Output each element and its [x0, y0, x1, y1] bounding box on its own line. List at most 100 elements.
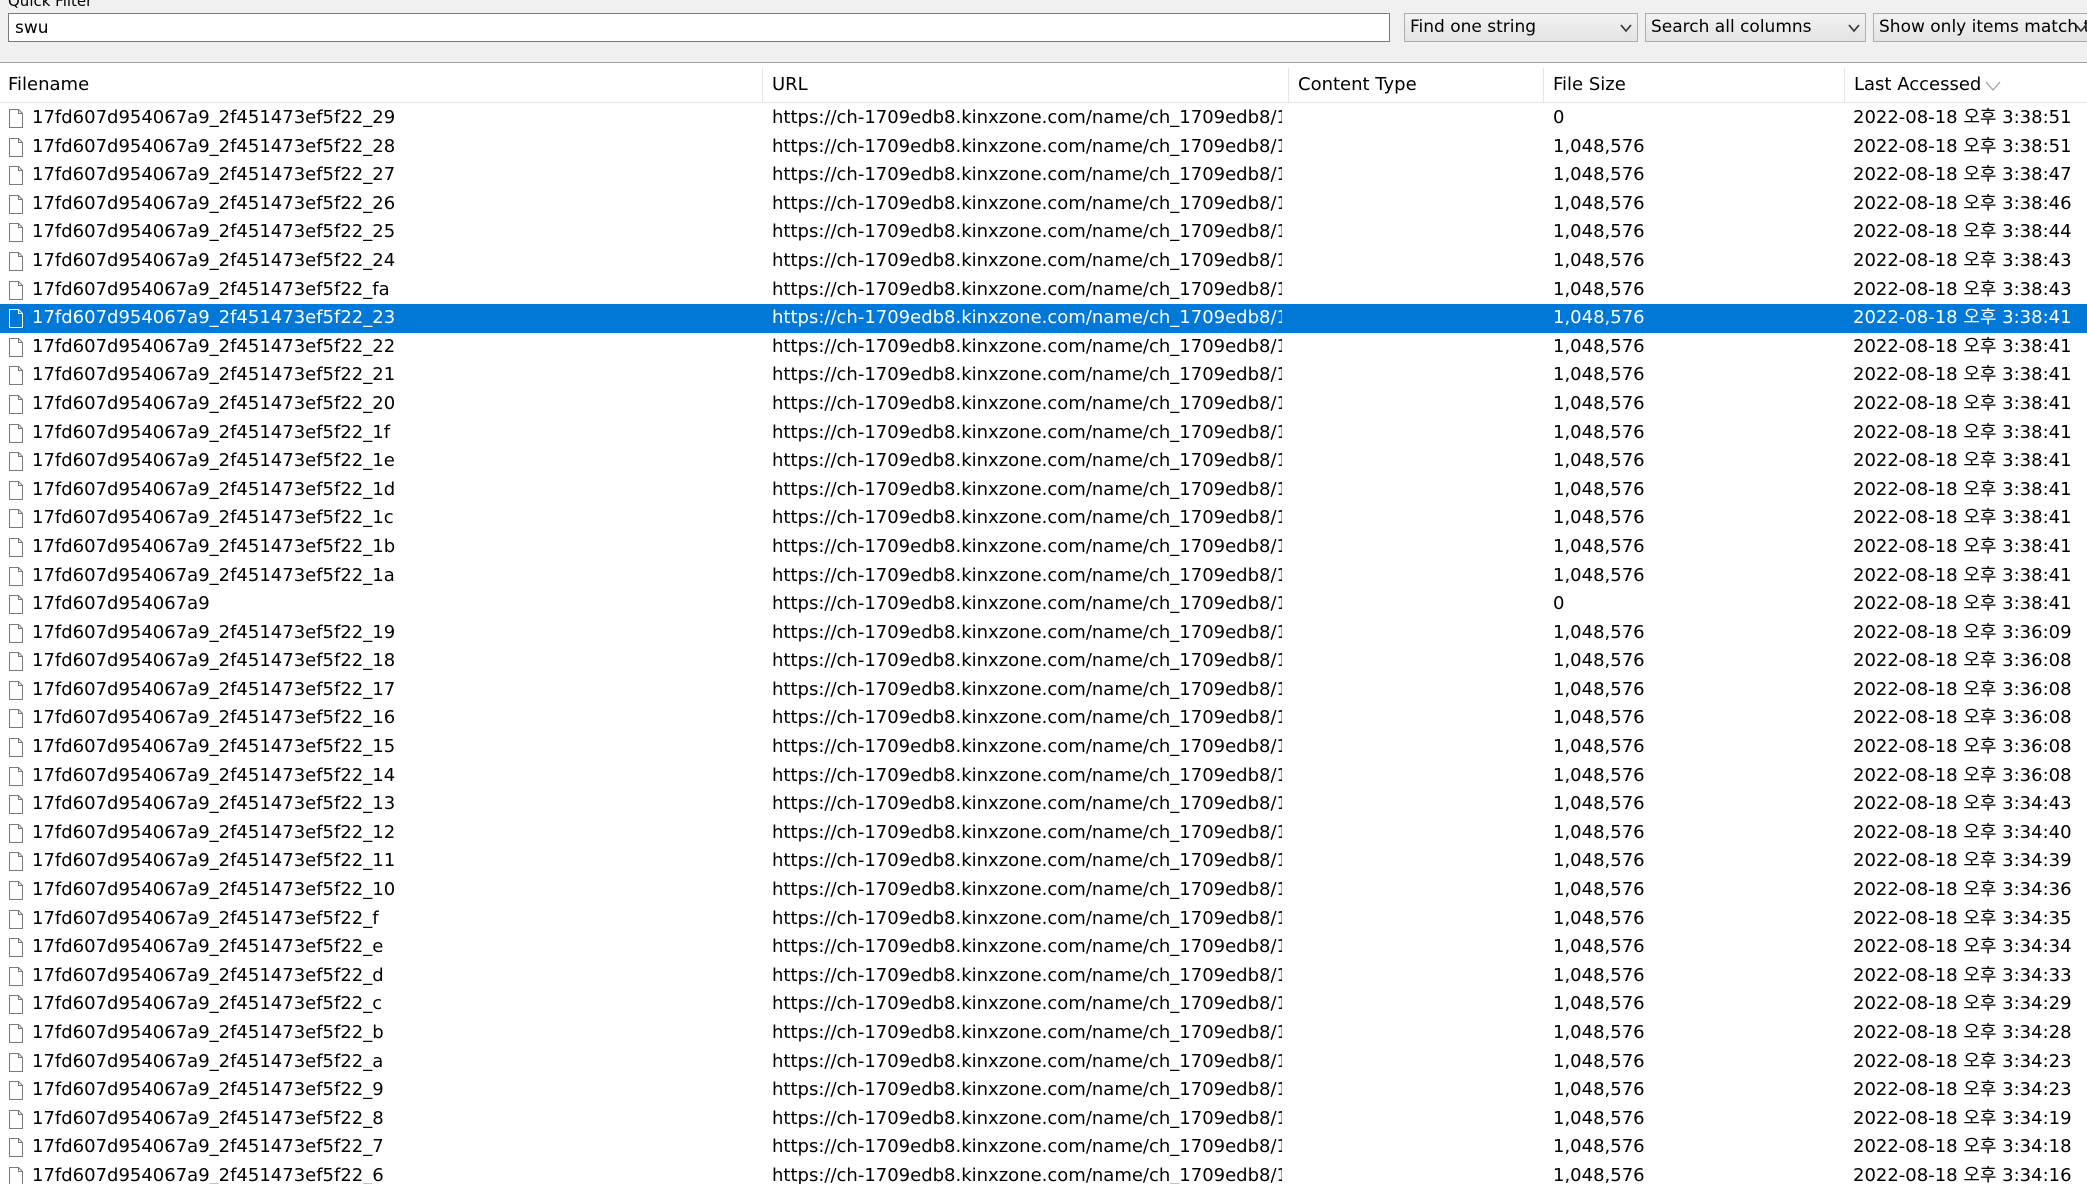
- cell-url: https://ch-1709edb8.kinxzone.com/name/ch…: [772, 1164, 1282, 1184]
- chevron-down-icon: [1620, 24, 1632, 33]
- table-row[interactable]: 17fd607d954067a9_2f451473ef5f22_20 https:…: [0, 390, 2087, 419]
- cell-file-size: 1,048,576: [1553, 736, 1645, 758]
- table-row[interactable]: 17fd607d954067a9_2f451473ef5f22_17 https:…: [0, 676, 2087, 705]
- column-header-last-accessed[interactable]: Last Accessed: [1846, 68, 2087, 102]
- cell-content-type: [1298, 276, 1548, 305]
- file-icon: [9, 309, 23, 329]
- cell-last-accessed: 2022-08-18 오후 3:38:43: [1853, 278, 2072, 300]
- file-icon: [9, 680, 23, 700]
- file-icon: [9, 1081, 23, 1101]
- cell-last-accessed: 2022-08-18 오후 3:36:08: [1853, 736, 2072, 758]
- table-row[interactable]: 17fd607d954067a9_2f451473ef5f22_18 https:…: [0, 647, 2087, 676]
- table-row[interactable]: 17fd607d954067a9_2f451473ef5f22_24 https:…: [0, 247, 2087, 276]
- cell-file-size: 1,048,576: [1553, 621, 1645, 643]
- table-row[interactable]: 17fd607d954067a9_2f451473ef5f22_12 https:…: [0, 819, 2087, 848]
- cell-content-type: [1298, 1133, 1548, 1162]
- table-row[interactable]: 17fd607d954067a9_2f451473ef5f22_14 https:…: [0, 762, 2087, 791]
- cell-filename: 17fd607d954067a9_2f451473ef5f22_14: [32, 764, 396, 786]
- table-row[interactable]: 17fd607d954067a9_2f451473ef5f22_27 https:…: [0, 161, 2087, 190]
- cell-content-type: [1298, 819, 1548, 848]
- table-row[interactable]: 17fd607d954067a9_2f451473ef5f22_c https:/…: [0, 990, 2087, 1019]
- table-row[interactable]: 17fd607d954067a9_2f451473ef5f22_13 https:…: [0, 790, 2087, 819]
- cell-content-type: [1298, 333, 1548, 362]
- table-row[interactable]: 17fd607d954067a9_2f451473ef5f22_1a https:…: [0, 562, 2087, 591]
- table-row[interactable]: 17fd607d954067a9_2f451473ef5f22_11 https:…: [0, 847, 2087, 876]
- file-icon: [9, 480, 23, 500]
- cell-filename: 17fd607d954067a9_2f451473ef5f22_25: [32, 221, 396, 243]
- table-row[interactable]: 17fd607d954067a9_2f451473ef5f22_1b https:…: [0, 533, 2087, 562]
- cell-filename: 17fd607d954067a9: [32, 593, 210, 615]
- cell-filename: 17fd607d954067a9_2f451473ef5f22_a: [32, 1050, 384, 1072]
- cell-last-accessed: 2022-08-18 오후 3:38:41: [1853, 421, 2072, 443]
- cell-content-type: [1298, 704, 1548, 733]
- cell-filename: 17fd607d954067a9_2f451473ef5f22_17: [32, 678, 396, 700]
- table-row[interactable]: 17fd607d954067a9_2f451473ef5f22_21 https:…: [0, 361, 2087, 390]
- cell-url: https://ch-1709edb8.kinxzone.com/name/ch…: [772, 307, 1282, 329]
- chevron-down-icon: [1848, 24, 1860, 33]
- table-row[interactable]: 17fd607d954067a9_2f451473ef5f22_23 https:…: [0, 304, 2087, 333]
- column-header-url[interactable]: URL: [764, 68, 1289, 102]
- cell-content-type: [1298, 1162, 1548, 1184]
- column-header-file-size[interactable]: File Size: [1545, 68, 1845, 102]
- table-row[interactable]: 17fd607d954067a9_2f451473ef5f22_b https:/…: [0, 1019, 2087, 1048]
- cell-last-accessed: 2022-08-18 오후 3:34:33: [1853, 964, 2072, 986]
- table-row[interactable]: 17fd607d954067a9_2f451473ef5f22_7 https:/…: [0, 1133, 2087, 1162]
- table-row[interactable]: 17fd607d954067a9_2f451473ef5f22_29 https:…: [0, 104, 2087, 133]
- cell-file-size: 1,048,576: [1553, 392, 1645, 414]
- table-row[interactable]: 17fd607d954067a9_2f451473ef5f22_a https:/…: [0, 1048, 2087, 1077]
- file-icon: [9, 137, 23, 157]
- file-icon: [9, 337, 23, 357]
- file-icon: [9, 995, 23, 1015]
- cell-filename: 17fd607d954067a9_2f451473ef5f22_e: [32, 936, 384, 958]
- table-row[interactable]: 17fd607d954067a9_2f451473ef5f22_25 https:…: [0, 218, 2087, 247]
- cell-url: https://ch-1709edb8.kinxzone.com/name/ch…: [772, 535, 1282, 557]
- cell-content-type: [1298, 590, 1548, 619]
- table-row[interactable]: 17fd607d954067a9_2f451473ef5f22_6 https:/…: [0, 1162, 2087, 1184]
- filter-scope-select[interactable]: Search all columns: [1645, 13, 1866, 42]
- list-rows: 17fd607d954067a9_2f451473ef5f22_29 https:…: [0, 104, 2087, 1184]
- cell-last-accessed: 2022-08-18 오후 3:34:36: [1853, 879, 2072, 901]
- file-icon: [9, 394, 23, 414]
- table-row[interactable]: 17fd607d954067a9_2f451473ef5f22_1c https:…: [0, 504, 2087, 533]
- table-row[interactable]: 17fd607d954067a9_2f451473ef5f22_9 https:/…: [0, 1076, 2087, 1105]
- table-row[interactable]: 17fd607d954067a9_2f451473ef5f22_15 https:…: [0, 733, 2087, 762]
- table-row[interactable]: 17fd607d954067a9_2f451473ef5f22_1f https:…: [0, 419, 2087, 448]
- table-row[interactable]: 17fd607d954067a9_2f451473ef5f22_8 https:/…: [0, 1105, 2087, 1134]
- table-row[interactable]: 17fd607d954067a9_2f451473ef5f22_19 https:…: [0, 619, 2087, 648]
- table-row[interactable]: 17fd607d954067a9_2f451473ef5f22_e https:/…: [0, 933, 2087, 962]
- cell-file-size: 1,048,576: [1553, 135, 1645, 157]
- table-row[interactable]: 17fd607d954067a9 https://ch-1709edb8.kinx…: [0, 590, 2087, 619]
- cell-last-accessed: 2022-08-18 오후 3:38:47: [1853, 164, 2072, 186]
- cell-file-size: 0: [1553, 107, 1565, 128]
- cell-content-type: [1298, 361, 1548, 390]
- column-header-row: Filename URL Content Type File Size Last…: [0, 68, 2087, 103]
- column-header-filename[interactable]: Filename: [0, 68, 763, 102]
- table-row[interactable]: 17fd607d954067a9_2f451473ef5f22_16 https:…: [0, 704, 2087, 733]
- quick-filter-input[interactable]: [8, 13, 1390, 42]
- cell-url: https://ch-1709edb8.kinxzone.com/name/ch…: [772, 850, 1282, 872]
- cell-filename: 17fd607d954067a9_2f451473ef5f22_15: [32, 736, 396, 758]
- cell-content-type: [1298, 533, 1548, 562]
- table-row[interactable]: 17fd607d954067a9_2f451473ef5f22_1d https:…: [0, 476, 2087, 505]
- table-row[interactable]: 17fd607d954067a9_2f451473ef5f22_fa https:…: [0, 276, 2087, 305]
- column-header-content-type[interactable]: Content Type: [1290, 68, 1544, 102]
- quick-filter-caption: Quick Filter: [8, 0, 93, 10]
- sort-indicator-icon: [1985, 81, 2001, 91]
- table-row[interactable]: 17fd607d954067a9_2f451473ef5f22_f https:/…: [0, 905, 2087, 934]
- table-row[interactable]: 17fd607d954067a9_2f451473ef5f22_1e https:…: [0, 447, 2087, 476]
- cell-file-size: 1,048,576: [1553, 650, 1645, 672]
- cell-last-accessed: 2022-08-18 오후 3:36:08: [1853, 678, 2072, 700]
- filter-mode-select[interactable]: Find one string: [1404, 13, 1638, 42]
- cell-content-type: [1298, 876, 1548, 905]
- cache-list-view[interactable]: Filename URL Content Type File Size Last…: [0, 68, 2087, 1184]
- cell-filename: 17fd607d954067a9_2f451473ef5f22_23: [32, 307, 396, 329]
- table-row[interactable]: 17fd607d954067a9_2f451473ef5f22_26 https:…: [0, 190, 2087, 219]
- table-row[interactable]: 17fd607d954067a9_2f451473ef5f22_28 https:…: [0, 133, 2087, 162]
- filter-show-select[interactable]: Show only items match the: [1873, 13, 2087, 42]
- table-row[interactable]: 17fd607d954067a9_2f451473ef5f22_10 https:…: [0, 876, 2087, 905]
- cache-viewer-window: Quick Filter Find one string Search all …: [0, 0, 2087, 1184]
- cell-filename: 17fd607d954067a9_2f451473ef5f22_26: [32, 192, 396, 214]
- table-row[interactable]: 17fd607d954067a9_2f451473ef5f22_22 https:…: [0, 333, 2087, 362]
- table-row[interactable]: 17fd607d954067a9_2f451473ef5f22_d https:/…: [0, 962, 2087, 991]
- cell-content-type: [1298, 476, 1548, 505]
